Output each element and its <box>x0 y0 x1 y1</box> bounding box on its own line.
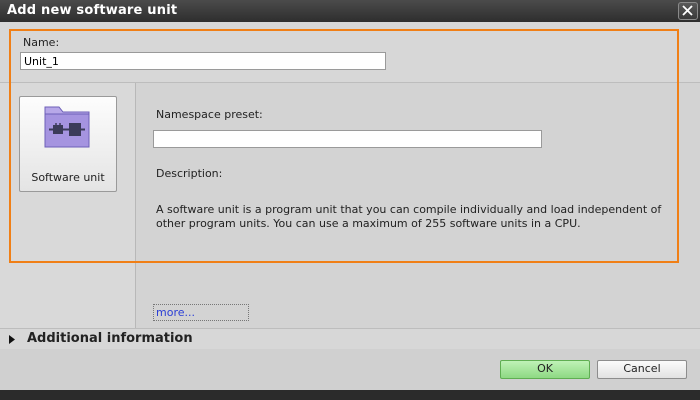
additional-information-bar[interactable]: Additional information <box>0 328 700 349</box>
software-unit-label: Software unit <box>31 171 105 184</box>
name-label: Name: <box>23 36 60 49</box>
dialog-footer <box>0 349 700 390</box>
namespace-preset-label: Namespace preset: <box>156 108 263 121</box>
dialog-window: Add new software unit Name: Software uni… <box>0 0 700 400</box>
description-label: Description: <box>156 167 223 180</box>
cancel-button[interactable]: Cancel <box>597 360 687 379</box>
name-input[interactable] <box>20 52 386 70</box>
more-link[interactable]: more... <box>153 304 249 321</box>
ok-button[interactable]: OK <box>500 360 590 379</box>
software-unit-icon <box>44 106 90 148</box>
description-text: A software unit is a program unit that y… <box>156 203 662 230</box>
title-bar: Add new software unit <box>0 0 700 22</box>
software-unit-tile[interactable]: Software unit <box>19 96 117 192</box>
dialog-title: Add new software unit <box>7 3 178 18</box>
triangle-right-icon <box>9 335 15 344</box>
close-button[interactable] <box>678 2 698 20</box>
window-bottom-edge <box>0 390 700 400</box>
close-icon <box>682 5 693 16</box>
namespace-preset-input[interactable] <box>153 130 542 148</box>
additional-information-label: Additional information <box>27 331 193 346</box>
